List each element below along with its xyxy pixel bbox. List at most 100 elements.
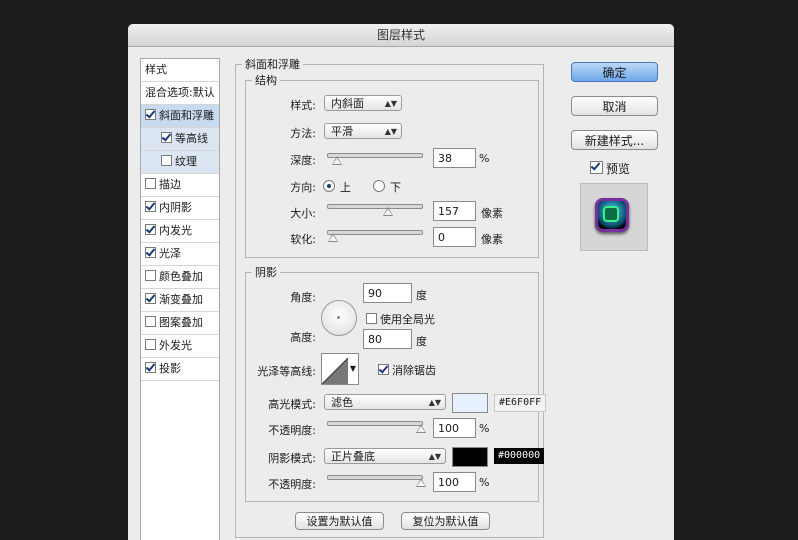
color-overlay-item[interactable]: 颜色叠加 — [141, 266, 219, 289]
depth-label: 深度: — [290, 154, 316, 167]
shadow-opacity-input[interactable]: 100 — [433, 472, 476, 492]
slider-thumb[interactable] — [328, 233, 338, 242]
highlight-opacity-slider[interactable] — [327, 421, 426, 433]
size-slider[interactable] — [327, 204, 423, 216]
direction-down-radio[interactable] — [373, 180, 385, 192]
updown-arrow-icon: ▲▼ — [384, 127, 397, 136]
antialias-checkbox[interactable] — [378, 364, 389, 375]
contour-item[interactable]: 等高线 — [141, 128, 219, 151]
inner-shadow-item[interactable]: 内阴影 — [141, 197, 219, 220]
shadow-opacity-label: 不透明度: — [268, 478, 316, 491]
depth-unit: % — [479, 152, 490, 165]
satin-item[interactable]: 光泽 — [141, 243, 219, 266]
depth-input[interactable]: 38 — [433, 148, 476, 168]
altitude-unit: 度 — [416, 335, 427, 348]
reset-default-button[interactable]: 复位为默认值 — [401, 512, 490, 530]
checkbox[interactable] — [145, 247, 156, 258]
updown-arrow-icon: ▲▼ — [428, 398, 441, 407]
shadow-color-swatch[interactable] — [452, 447, 488, 467]
highlight-opacity-input[interactable]: 100 — [433, 418, 476, 438]
checkbox[interactable] — [161, 155, 172, 166]
size-unit: 像素 — [481, 207, 503, 220]
direction-up-label: 上 — [340, 181, 351, 194]
technique-label: 方法: — [290, 127, 316, 140]
stroke-item[interactable]: 描边 — [141, 174, 219, 197]
checkbox[interactable] — [145, 293, 156, 304]
style-label: 样式: — [290, 99, 316, 112]
shadow-opacity-unit: % — [479, 476, 490, 489]
highlight-color-swatch[interactable] — [452, 393, 488, 413]
direction-down-label: 下 — [390, 181, 401, 194]
dialog-title: 图层样式 — [128, 24, 674, 47]
style-select[interactable]: 内斜面 ▲▼ — [324, 95, 402, 111]
angle-unit: 度 — [416, 289, 427, 302]
styles-header[interactable]: 样式 — [141, 59, 219, 82]
bevel-emboss-item[interactable]: 斜面和浮雕 — [141, 105, 219, 128]
slider-thumb[interactable] — [416, 424, 426, 433]
global-light-checkbox[interactable] — [366, 313, 377, 324]
dial-center — [337, 316, 340, 319]
checkbox[interactable] — [145, 270, 156, 281]
shadow-mode-label: 阴影模式: — [268, 452, 316, 465]
checkbox[interactable] — [145, 201, 156, 212]
shadow-opacity-slider[interactable] — [327, 475, 426, 487]
preview-thumbnail — [595, 198, 629, 232]
global-light-row[interactable]: 使用全局光 — [366, 311, 435, 327]
depth-slider[interactable] — [327, 153, 423, 165]
soften-input[interactable]: 0 — [433, 227, 476, 247]
ok-button[interactable]: 确定 — [571, 62, 658, 82]
highlight-opacity-label: 不透明度: — [268, 424, 316, 437]
inner-glow-item[interactable]: 内发光 — [141, 220, 219, 243]
gradient-overlay-item[interactable]: 渐变叠加 — [141, 289, 219, 312]
layer-style-dialog: 图层样式 样式 混合选项:默认 斜面和浮雕 等高线 纹理 描边 内阴影 内发光 … — [128, 24, 674, 540]
altitude-label: 高度: — [290, 331, 316, 344]
checkbox[interactable] — [145, 224, 156, 235]
contour-curve-icon — [322, 357, 349, 384]
direction-up-radio[interactable] — [323, 180, 335, 192]
technique-select[interactable]: 平滑 ▲▼ — [324, 123, 402, 139]
angle-label: 角度: — [290, 291, 316, 304]
checkbox[interactable] — [145, 362, 156, 373]
bevel-emboss-title: 斜面和浮雕 — [245, 58, 300, 71]
drop-shadow-item[interactable]: 投影 — [141, 358, 219, 381]
checkbox[interactable] — [145, 339, 156, 350]
style-preview — [580, 183, 648, 251]
blending-options-item[interactable]: 混合选项:默认 — [141, 82, 219, 105]
texture-item[interactable]: 纹理 — [141, 151, 219, 174]
pattern-overlay-item[interactable]: 图案叠加 — [141, 312, 219, 335]
cancel-button[interactable]: 取消 — [571, 96, 658, 116]
styles-list: 样式 混合选项:默认 斜面和浮雕 等高线 纹理 描边 内阴影 内发光 光泽 颜色… — [140, 58, 220, 540]
soften-unit: 像素 — [481, 233, 503, 246]
slider-thumb[interactable] — [416, 478, 426, 487]
direction-label: 方向: — [290, 181, 316, 194]
outer-glow-item[interactable]: 外发光 — [141, 335, 219, 358]
gloss-contour-picker[interactable]: ▼ — [321, 353, 359, 385]
angle-input[interactable]: 90 — [363, 283, 412, 303]
antialias-row[interactable]: 消除锯齿 — [378, 362, 436, 378]
dropdown-arrow-icon: ▼ — [349, 364, 356, 373]
angle-dial[interactable] — [321, 300, 357, 336]
new-style-button[interactable]: 新建样式... — [571, 130, 658, 150]
highlight-mode-label: 高光模式: — [268, 398, 316, 411]
make-default-button[interactable]: 设置为默认值 — [295, 512, 384, 530]
shadow-hex-label: #000000 — [494, 448, 545, 464]
soften-slider[interactable] — [327, 230, 423, 242]
checkbox[interactable] — [145, 109, 156, 120]
checkbox[interactable] — [145, 178, 156, 189]
size-input[interactable]: 157 — [433, 201, 476, 221]
highlight-mode-select[interactable]: 滤色 ▲▼ — [324, 394, 446, 410]
checkbox[interactable] — [145, 316, 156, 327]
gloss-contour-label: 光泽等高线: — [257, 365, 316, 378]
preview-checkbox[interactable] — [590, 161, 603, 174]
structure-title: 结构 — [255, 74, 277, 87]
preview-row[interactable]: 预览 — [590, 160, 630, 177]
size-label: 大小: — [290, 207, 316, 220]
slider-thumb[interactable] — [331, 156, 342, 165]
shading-title: 阴影 — [255, 266, 277, 279]
slider-thumb[interactable] — [383, 207, 394, 216]
shadow-mode-select[interactable]: 正片叠底 ▲▼ — [324, 448, 446, 464]
preview-inner — [603, 206, 619, 222]
checkbox[interactable] — [161, 132, 172, 143]
soften-label: 软化: — [290, 233, 316, 246]
altitude-input[interactable]: 80 — [363, 329, 412, 349]
